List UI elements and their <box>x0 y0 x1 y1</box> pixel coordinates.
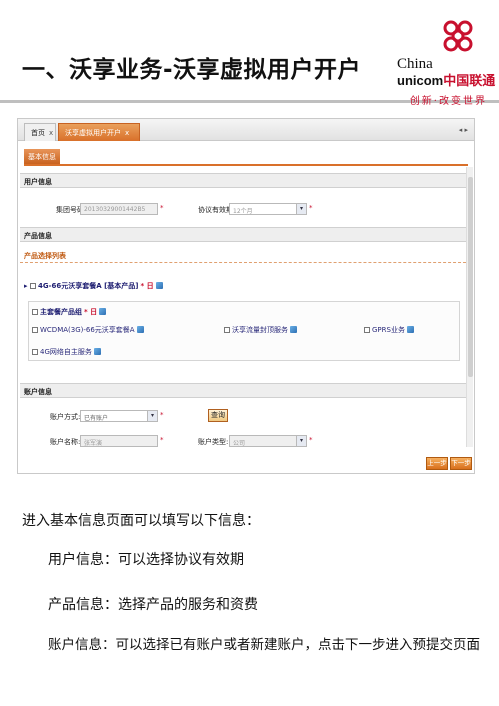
term-label: 协议有效期 <box>198 206 233 214</box>
scrollbar[interactable] <box>466 167 473 447</box>
tab-scroll-controls[interactable]: ◂ ▸ <box>459 126 468 134</box>
product-item[interactable]: GPRS业务 <box>364 325 414 335</box>
checkbox[interactable] <box>29 283 36 289</box>
tab-home[interactable]: 首页 x <box>24 123 56 141</box>
account-name-input[interactable]: 张军演 <box>80 435 158 447</box>
account-type-label: 账户类型: <box>198 438 229 446</box>
slide-title: 一、沃享业务-沃享虚拟用户开户 <box>22 57 362 83</box>
required-mark: * <box>309 436 313 444</box>
account-name-label: 账户名称: <box>50 438 81 446</box>
checkbox[interactable] <box>364 327 370 333</box>
description-intro: 进入基本信息页面可以填写以下信息： <box>22 513 260 529</box>
main-package-group-title[interactable]: 主套餐产品组 * 日 <box>32 307 107 317</box>
account-mode-label: 账户方式: <box>50 413 81 421</box>
edit-icon[interactable] <box>136 326 144 333</box>
checkbox[interactable] <box>32 349 38 355</box>
required-mark: * <box>309 204 313 212</box>
account-mode-select[interactable]: 已有账户 ▾ <box>80 410 158 422</box>
prev-button[interactable]: 上一步 <box>426 457 448 470</box>
tab-bar: 首页 x 沃享虚拟用户开户 x ◂ ▸ <box>18 119 474 141</box>
chevron-down-icon[interactable]: ▾ <box>296 204 306 214</box>
logo-unicom-text: unicom中国联通 <box>397 73 496 88</box>
checkbox[interactable] <box>224 327 230 333</box>
subtab-divider <box>24 164 468 166</box>
product-item[interactable]: 4G网络自主服务 <box>32 347 101 357</box>
edit-icon[interactable] <box>155 282 163 289</box>
required-mark: * <box>160 436 164 444</box>
chevron-down-icon[interactable]: ▾ <box>147 411 157 421</box>
group-number-input[interactable]: 20130329001442B5 <box>80 203 158 215</box>
tab-virtual-user-open[interactable]: 沃享虚拟用户开户 x <box>58 123 140 141</box>
section-user-info: 用户信息 <box>20 173 466 188</box>
product-list-title: 产品选择列表 <box>24 252 66 260</box>
close-icon[interactable]: x <box>125 129 129 137</box>
scrollbar-thumb[interactable] <box>468 177 473 377</box>
account-type-select[interactable]: 公司 ▾ <box>229 435 307 447</box>
close-icon[interactable]: x <box>49 129 53 137</box>
checkbox[interactable] <box>32 309 38 315</box>
description-product-info: 产品信息：选择产品的服务和资费 <box>48 597 258 613</box>
chevron-down-icon[interactable]: ▾ <box>296 436 306 446</box>
required-mark: * <box>160 411 164 419</box>
china-unicom-logo: China unicom中国联通 <box>397 18 495 90</box>
required-mark: * <box>160 204 164 212</box>
edit-icon[interactable] <box>290 326 297 333</box>
query-button[interactable]: 查询 <box>208 409 228 422</box>
next-button[interactable]: 下一步 <box>450 457 472 470</box>
checkbox[interactable] <box>32 327 38 333</box>
base-package[interactable]: ▸ 4G-66元沃享套餐A [基本产品] * 日 <box>24 281 163 291</box>
slogan: 创新·改变世界 <box>409 96 487 107</box>
description-user-info: 用户信息：可以选择协议有效期 <box>48 552 244 568</box>
section-account-info: 账户信息 <box>20 383 466 398</box>
term-select[interactable]: 12个月 ▾ <box>229 203 307 215</box>
product-list-divider <box>20 262 466 263</box>
edit-icon[interactable] <box>99 308 107 315</box>
unicom-knot-icon <box>443 20 473 52</box>
subtab-basic-info[interactable]: 基本信息 <box>24 149 60 164</box>
section-product-info: 产品信息 <box>20 227 466 242</box>
edit-icon[interactable] <box>93 348 101 355</box>
app-window: 首页 x 沃享虚拟用户开户 x ◂ ▸ 基本信息 用户信息 集团号码 2013032… <box>17 118 475 474</box>
description-account-info: 账户信息：可以选择已有账户或者新建账户，点击下一步进入预提交页面 <box>48 637 480 653</box>
edit-icon[interactable] <box>406 326 414 333</box>
product-item[interactable]: 沃享流量封顶服务 <box>224 325 297 335</box>
product-item[interactable]: WCDMA(3G)-66元沃享套餐A <box>32 325 144 335</box>
